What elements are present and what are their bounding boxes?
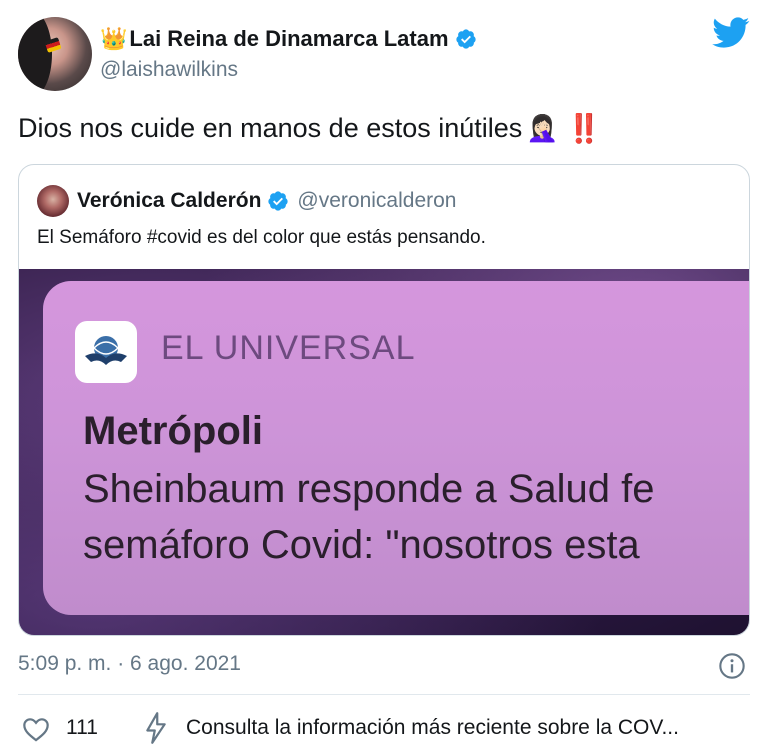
facepalm-emoji: 🤦🏻‍♀️ <box>526 113 559 143</box>
twitter-logo-icon[interactable] <box>712 17 750 49</box>
notification-source: EL UNIVERSAL <box>161 329 416 367</box>
double-exclamation-emoji: ‼️ <box>566 113 602 144</box>
info-icon[interactable] <box>718 652 746 680</box>
author-name-row[interactable]: 👑 Lai Reina de Dinamarca Latam <box>100 24 477 54</box>
news-notification: EL UNIVERSAL Metrópoli Sheinbaum respond… <box>43 281 749 615</box>
tweet-timestamp[interactable]: 5:09 p. m. · 6 ago. 2021 <box>18 652 241 676</box>
heart-icon[interactable] <box>22 716 50 742</box>
tweet-text: Dios nos cuide en manos de estos inútile… <box>18 112 602 145</box>
author-avatar[interactable] <box>18 17 92 91</box>
author-display-name[interactable]: Lai Reina de Dinamarca Latam <box>129 26 448 52</box>
covid-info-link[interactable]: Consulta la información más reciente sob… <box>186 716 679 740</box>
tweet-text-body: Dios nos cuide en manos de estos inútile… <box>18 113 523 143</box>
face-flag-paint <box>44 37 62 53</box>
quoted-author-avatar <box>37 185 69 217</box>
notification-body-line: semáforo Covid: "nosotros esta <box>83 523 640 567</box>
quoted-text: El Semáforo #covid es del color que está… <box>37 227 486 248</box>
divider <box>18 694 750 695</box>
quoted-media-image[interactable]: EL UNIVERSAL Metrópoli Sheinbaum respond… <box>19 269 749 635</box>
verified-badge-icon <box>268 191 289 211</box>
quoted-handle: @veronicalderon <box>297 189 457 212</box>
quoted-display-name: Verónica Calderón <box>77 189 262 212</box>
notification-body: Sheinbaum responde a Salud fe semáforo C… <box>83 461 655 573</box>
crown-emoji: 👑 <box>100 26 128 51</box>
notification-title: Metrópoli <box>83 409 263 453</box>
notification-body-line: Sheinbaum responde a Salud fe <box>83 467 655 511</box>
quoted-author-row: Verónica Calderón @veronicalderon <box>77 187 456 215</box>
like-count: 111 <box>66 716 98 739</box>
el-universal-logo-icon <box>75 321 137 383</box>
author-handle[interactable]: @laishawilkins <box>100 58 238 82</box>
lightning-icon[interactable] <box>144 712 168 744</box>
quoted-tweet[interactable]: Verónica Calderón @veronicalderon El Sem… <box>18 164 750 636</box>
verified-badge-icon <box>455 29 476 49</box>
